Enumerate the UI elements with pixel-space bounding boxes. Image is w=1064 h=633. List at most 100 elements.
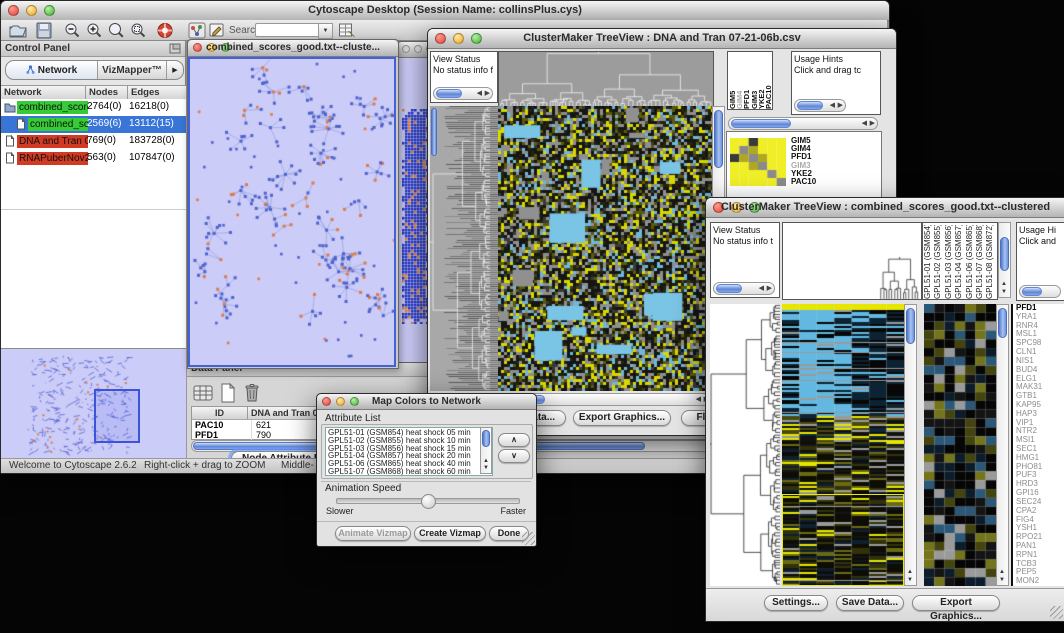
tv2-column-label[interactable]: GPL51-03 (GSM856) xyxy=(944,225,954,299)
dialog-titlebar[interactable]: Map Colors to Network xyxy=(317,394,536,410)
tv2-column-label[interactable]: GPL51-07 (GSM868) xyxy=(975,225,985,299)
tv1-detail-hscroll[interactable]: ◀ ▶ xyxy=(728,117,878,130)
zoom-selected-icon[interactable] xyxy=(107,22,125,39)
scrollbar-thumb[interactable] xyxy=(482,430,490,447)
tab-overflow-button[interactable]: ▶ xyxy=(166,61,183,79)
search-dropdown-button[interactable]: ▼ xyxy=(318,23,333,39)
close-icon[interactable] xyxy=(402,45,410,53)
gene-label[interactable]: RNR4 xyxy=(1016,322,1064,331)
scrollbar-thumb[interactable] xyxy=(1022,287,1042,296)
network-list-item[interactable]: combined_sco2569(6)13112(15) xyxy=(1,116,186,133)
move-up-button[interactable]: ∧ xyxy=(498,433,530,447)
gene-label[interactable]: NTR2 xyxy=(1016,427,1064,436)
overview-canvas[interactable] xyxy=(1,349,184,460)
gene-label[interactable]: HAP3 xyxy=(1016,410,1064,419)
scroll-left-icon[interactable]: ◀ xyxy=(696,395,701,405)
col-network[interactable]: Network xyxy=(1,86,86,100)
tv1-heatmap-canvas[interactable] xyxy=(498,106,712,391)
gene-label[interactable]: HRD3 xyxy=(1016,480,1064,489)
gene-label[interactable]: CLN1 xyxy=(1016,348,1064,357)
scroll-down-icon[interactable]: ▼ xyxy=(1001,289,1007,296)
network-list-item[interactable]: DNA and Tran 07769(0)183728(0) xyxy=(1,133,186,150)
resize-grip[interactable] xyxy=(1050,606,1063,619)
network-overview[interactable] xyxy=(1,348,186,462)
attribute-list-item[interactable]: GPL51-07 (GSM868) heat shock 60 min xyxy=(328,468,490,476)
float-panel-icon[interactable] xyxy=(169,43,181,54)
scroll-right-icon[interactable]: ▶ xyxy=(485,89,490,99)
col-edges[interactable]: Edges xyxy=(128,86,186,100)
gene-label[interactable]: HMG1 xyxy=(1016,454,1064,463)
gene-label[interactable]: PEP5 xyxy=(1016,568,1064,577)
gene-label[interactable]: KAP95 xyxy=(1016,401,1064,410)
gene-label[interactable]: PUF3 xyxy=(1016,471,1064,480)
save-icon[interactable] xyxy=(35,22,53,39)
move-down-button[interactable]: ∨ xyxy=(498,449,530,463)
animation-speed-slider[interactable] xyxy=(336,498,520,504)
scroll-left-icon[interactable]: ◀ xyxy=(830,101,835,111)
gene-label[interactable]: YRA1 xyxy=(1016,313,1064,322)
gene-label[interactable]: PHO81 xyxy=(1016,463,1064,472)
gene-label[interactable]: VIP1 xyxy=(1016,419,1064,428)
scroll-left-icon[interactable]: ◀ xyxy=(862,119,867,129)
scrollbar-thumb[interactable] xyxy=(998,308,1007,338)
zoom-out-icon[interactable] xyxy=(63,22,81,39)
scroll-down-icon[interactable]: ▼ xyxy=(907,577,913,584)
gene-label[interactable]: GTB1 xyxy=(1016,392,1064,401)
scrollbar-thumb[interactable] xyxy=(436,89,462,98)
gene-label[interactable]: NIS1 xyxy=(1016,357,1064,366)
tv2-export-graphics-button[interactable]: Export Graphics... xyxy=(912,595,1000,611)
minimize-icon[interactable] xyxy=(414,45,422,53)
scrollbar-thumb[interactable] xyxy=(716,284,742,293)
main-titlebar[interactable]: Cytoscape Desktop (Session Name: collins… xyxy=(1,1,889,21)
gene-label[interactable]: GPI16 xyxy=(1016,489,1064,498)
create-vizmap-button[interactable]: Create Vizmap xyxy=(414,526,486,541)
attribute-browser-icon[interactable] xyxy=(338,22,356,39)
tv2-column-dendrogram[interactable] xyxy=(782,222,922,300)
help-lifesaver-icon[interactable] xyxy=(156,22,174,39)
tv2-column-label[interactable]: GPL51-01 (GSM854) xyxy=(923,225,933,299)
overview-viewport-rect[interactable] xyxy=(94,389,140,443)
scroll-up-icon[interactable]: ▲ xyxy=(1001,281,1007,288)
tv1-column-label[interactable]: YKE2 xyxy=(757,54,764,109)
tab-network[interactable]: Network xyxy=(6,61,98,79)
gene-label[interactable]: SPC98 xyxy=(1016,339,1064,348)
gene-label[interactable]: RPO21 xyxy=(1016,533,1064,542)
tv1-correlation-matrix[interactable] xyxy=(730,138,786,186)
tv2-top-vscroll[interactable]: ▲ ▼ xyxy=(998,222,1011,298)
tv1-left-scrollbar[interactable] xyxy=(430,106,438,226)
gene-label[interactable]: MAK31 xyxy=(1016,383,1064,392)
tv1-row-dendrogram[interactable] xyxy=(430,106,498,391)
gene-label[interactable]: PAN1 xyxy=(1016,542,1064,551)
treeview2-titlebar[interactable]: ClusterMaker TreeView : combined_scores_… xyxy=(706,198,1064,218)
scroll-left-icon[interactable]: ◀ xyxy=(759,284,764,294)
dense-network-canvas[interactable] xyxy=(402,109,430,324)
zoom-fit-icon[interactable] xyxy=(129,22,147,39)
gene-label[interactable]: CPA2 xyxy=(1016,507,1064,516)
tv2-column-label[interactable]: GPL51-02 (GSM855) xyxy=(933,225,943,299)
scroll-down-icon[interactable]: ▼ xyxy=(999,577,1005,584)
network-view-canvas[interactable] xyxy=(190,59,394,365)
scroll-left-icon[interactable]: ◀ xyxy=(477,89,482,99)
attribute-list-vscroll[interactable]: ▲ ▼ xyxy=(480,427,492,474)
tv2-save-data-button[interactable]: Save Data... xyxy=(836,595,904,611)
attribute-listbox[interactable]: GPL51-01 (GSM854) heat shock 05 minGPL51… xyxy=(325,427,493,476)
scroll-right-icon[interactable]: ▶ xyxy=(870,119,875,129)
scroll-up-icon[interactable]: ▲ xyxy=(907,569,913,576)
tv1-column-label[interactable]: PAC10 xyxy=(764,54,771,109)
scroll-right-icon[interactable]: ▶ xyxy=(838,101,843,111)
tv2-heatmap-vscroll[interactable]: ▲ ▼ xyxy=(904,304,917,586)
tv2-column-label[interactable]: GPL51-06 (GSM865) xyxy=(965,225,975,299)
gene-label[interactable]: YSH1 xyxy=(1016,524,1064,533)
tv2-settings-button[interactable]: Settings... xyxy=(764,595,828,611)
search-input[interactable] xyxy=(255,23,319,37)
resize-grip[interactable] xyxy=(522,532,535,545)
gene-label[interactable]: MON2 xyxy=(1016,577,1064,586)
scrollbar-thumb[interactable] xyxy=(797,101,823,110)
gene-label[interactable]: MSL1 xyxy=(1016,330,1064,339)
gene-label[interactable]: FIG4 xyxy=(1016,516,1064,525)
tv1-column-label[interactable]: PFD1 xyxy=(742,54,749,109)
tv2-column-label[interactable]: GPL51-04 (GSM857) xyxy=(954,225,964,299)
tv1-column-dendrogram[interactable] xyxy=(498,51,714,108)
network-manager-icon[interactable] xyxy=(188,22,206,39)
new-document-icon[interactable] xyxy=(219,383,237,403)
